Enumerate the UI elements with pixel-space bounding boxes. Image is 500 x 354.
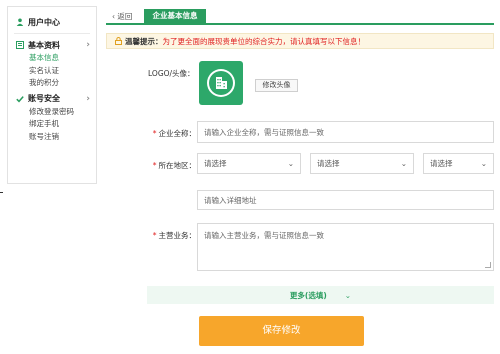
sidebar-item-change-password[interactable]: 修改登录密码 bbox=[8, 106, 96, 119]
district-select[interactable]: 请选择 ⌄ bbox=[423, 153, 494, 174]
building-icon bbox=[209, 71, 233, 95]
sidebar-item-verification[interactable]: 实名认证 bbox=[8, 65, 96, 78]
sidebar-item-bind-phone[interactable]: 绑定手机 bbox=[8, 118, 96, 131]
sidebar-item-close-account[interactable]: 账号注销 bbox=[8, 131, 96, 144]
company-name-input[interactable]: 请输入企业全称，需与证照信息一致 bbox=[197, 121, 494, 143]
notice-bar: 温馨提示： 为了更全面的展现贵单位的综合实力，请认真填写以下信息！ bbox=[106, 33, 494, 49]
district-select-value: 请选择 bbox=[430, 159, 453, 168]
province-select-value: 请选择 bbox=[204, 159, 227, 168]
back-link[interactable]: ‹ 返回 bbox=[112, 11, 132, 22]
profile-card-icon bbox=[16, 41, 24, 49]
required-star: * bbox=[152, 129, 157, 138]
sidebar-header: 用户中心 bbox=[8, 15, 96, 29]
edge-marker bbox=[0, 192, 3, 193]
tab-bar: ‹ 返回 企业基本信息 bbox=[106, 9, 494, 25]
required-star: * bbox=[152, 161, 157, 170]
more-optional-label: 更多(选填) bbox=[289, 290, 327, 300]
business-label-text: 主营业务： bbox=[158, 231, 197, 240]
company-name-label-text: 企业全称： bbox=[158, 129, 197, 138]
logo-avatar[interactable] bbox=[199, 61, 243, 105]
chevron-down-icon: ⌄ bbox=[287, 159, 294, 168]
sidebar-section-profile: 基本资料 › 基本信息 实名认证 我的积分 bbox=[8, 38, 96, 90]
address-input[interactable]: 请输入详细地址 bbox=[197, 190, 494, 210]
change-avatar-button[interactable]: 修改头像 bbox=[255, 79, 298, 92]
region-label-text: 所在地区： bbox=[158, 161, 197, 170]
resize-handle-icon[interactable] bbox=[485, 262, 491, 268]
required-star: * bbox=[152, 231, 157, 240]
lock-icon bbox=[115, 37, 122, 45]
sidebar-section-profile-head[interactable]: 基本资料 › bbox=[8, 38, 96, 52]
sidebar-section-security-label: 账号安全 bbox=[28, 94, 60, 103]
sidebar-header-label: 用户中心 bbox=[28, 17, 60, 27]
city-select[interactable]: 请选择 ⌄ bbox=[310, 153, 414, 174]
chevron-right-icon: › bbox=[86, 93, 90, 104]
building-icon-wrap bbox=[207, 69, 235, 97]
business-textarea-placeholder: 请输入主营业务，需与证照信息一致 bbox=[204, 231, 324, 240]
sidebar-section-security: 账号安全 › 修改登录密码 绑定手机 账号注销 bbox=[8, 92, 96, 144]
region-label: * 所在地区： bbox=[148, 160, 196, 171]
province-select[interactable]: 请选择 ⌄ bbox=[197, 153, 301, 174]
sidebar-item-points[interactable]: 我的积分 bbox=[8, 77, 96, 90]
company-name-label: * 企业全称： bbox=[148, 128, 196, 139]
more-optional-toggle[interactable]: 更多(选填) ⌄ bbox=[147, 286, 494, 304]
city-select-value: 请选择 bbox=[317, 159, 340, 168]
divider bbox=[14, 33, 90, 34]
sidebar: 用户中心 基本资料 › 基本信息 实名认证 我的积分 账号安全 › 修改登录密码… bbox=[7, 6, 97, 184]
logo-label: LOGO/头像： bbox=[148, 69, 195, 78]
chevron-down-icon: ⌄ bbox=[400, 159, 407, 168]
tab-company-info[interactable]: 企业基本信息 bbox=[144, 9, 206, 23]
notice-text: 为了更全面的展现贵单位的综合实力，请认真填写以下信息！ bbox=[162, 36, 366, 46]
sidebar-section-profile-label: 基本资料 bbox=[28, 40, 60, 50]
business-label: * 主营业务： bbox=[148, 230, 196, 241]
save-button[interactable]: 保存修改 bbox=[199, 316, 364, 346]
check-icon bbox=[16, 95, 24, 102]
chevron-left-icon: ‹ bbox=[112, 12, 115, 21]
user-icon bbox=[16, 18, 24, 26]
business-textarea[interactable]: 请输入主营业务，需与证照信息一致 bbox=[197, 223, 494, 271]
chevron-down-icon: ⌄ bbox=[344, 290, 352, 300]
chevron-right-icon: › bbox=[86, 40, 90, 50]
sidebar-section-security-head[interactable]: 账号安全 › bbox=[8, 92, 96, 106]
sidebar-item-basic-info[interactable]: 基本信息 bbox=[8, 52, 96, 65]
back-label: 返回 bbox=[117, 12, 133, 21]
notice-label: 温馨提示： bbox=[125, 36, 163, 46]
chevron-down-icon: ⌄ bbox=[480, 159, 487, 168]
